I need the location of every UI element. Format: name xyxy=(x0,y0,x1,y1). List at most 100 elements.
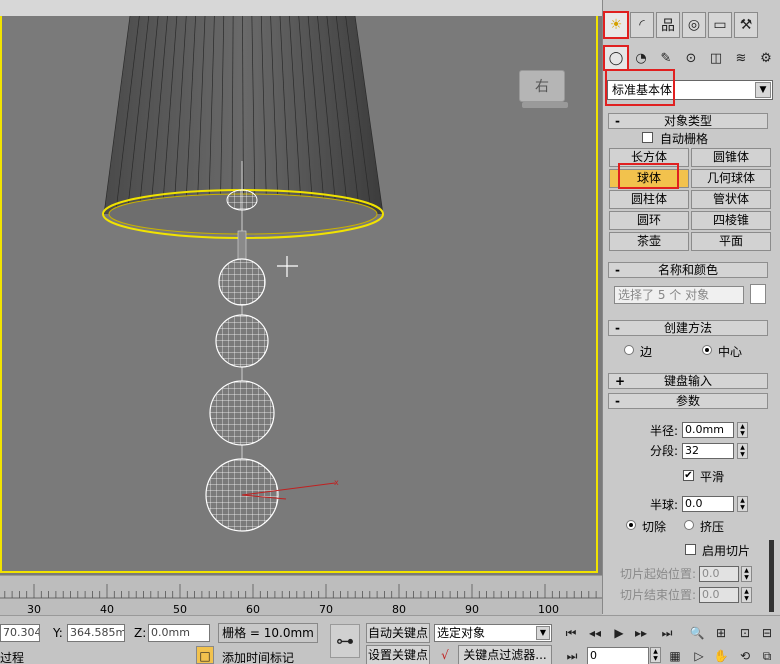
orbit-icon[interactable]: ⟲ xyxy=(736,647,754,664)
smooth-checkbox[interactable]: ✔ xyxy=(683,470,694,481)
create-category-buttons: ◯ ◔ ✎ ⊙ ◫ ≋ ⚙ xyxy=(603,45,780,71)
hemisphere-spinner[interactable]: ▲ ▼ xyxy=(737,496,748,512)
zoom-icon[interactable]: 🔍 xyxy=(688,624,706,642)
time-config-icon[interactable]: ▦ xyxy=(666,647,684,664)
object-color-swatch[interactable] xyxy=(750,284,766,304)
tab-display[interactable]: ▭ xyxy=(708,12,732,38)
pan-icon[interactable]: ✋ xyxy=(712,647,730,664)
radio-center[interactable] xyxy=(702,345,712,355)
slice-from-input[interactable]: 0.0 xyxy=(699,566,739,582)
current-frame-field[interactable]: 0 xyxy=(587,647,649,664)
category-helpers[interactable]: ◫ xyxy=(705,47,727,69)
rollout-parameters[interactable]: - 参数 xyxy=(608,393,768,409)
curve-icon[interactable]: √ xyxy=(436,646,454,664)
primitive-type-dropdown[interactable]: 标准基本体 ▼ xyxy=(607,80,773,100)
object-type-button[interactable]: 几何球体 xyxy=(691,169,771,188)
tab-create[interactable]: ☀ xyxy=(603,11,629,39)
object-type-button[interactable]: 圆柱体 xyxy=(609,190,689,209)
tab-hierarchy[interactable]: 品 xyxy=(656,12,680,38)
viewport-scene[interactable]: x xyxy=(0,16,602,575)
play-icon[interactable]: ▶ xyxy=(610,624,628,642)
object-name-field[interactable]: 选择了 5 个 对象 xyxy=(614,286,744,304)
rollout-object-type[interactable]: - 对象类型 xyxy=(608,113,768,129)
object-type-button[interactable]: 平面 xyxy=(691,232,771,251)
go-to-end-icon[interactable]: ⏭ xyxy=(658,624,676,642)
command-panel-scrollbar[interactable] xyxy=(769,540,774,612)
category-systems[interactable]: ⚙ xyxy=(755,47,777,69)
geometry-sphere-icon: ◯ xyxy=(608,50,624,66)
primitive-type-value: 标准基本体 xyxy=(612,83,673,97)
slice-to-input[interactable]: 0.0 xyxy=(699,587,739,603)
segments-spinner[interactable]: ▲ ▼ xyxy=(737,443,748,459)
slice-from-label: 切片起始位置: xyxy=(620,567,697,581)
tab-motion[interactable]: ◎ xyxy=(682,12,706,38)
helpers-icon: ◫ xyxy=(709,50,723,66)
object-type-button[interactable]: 长方体 xyxy=(609,148,689,167)
object-type-button[interactable]: 圆环 xyxy=(609,211,689,230)
radius-input[interactable]: 0.0mm xyxy=(682,422,734,438)
tab-utilities[interactable]: ⚒ xyxy=(734,12,758,38)
y-coord-field[interactable]: 364.585mm xyxy=(67,624,125,642)
viewcube[interactable]: 右 xyxy=(519,70,565,102)
category-cameras[interactable]: ⊙ xyxy=(680,47,702,69)
time-tag-icon[interactable]: □ xyxy=(196,646,214,664)
sphere-2[interactable] xyxy=(218,258,266,306)
slice-on-checkbox[interactable] xyxy=(685,544,696,555)
x-coord-field[interactable]: 70.304m xyxy=(0,624,40,642)
perspective-viewport[interactable]: x 右 xyxy=(0,0,602,575)
sphere-3[interactable] xyxy=(215,314,269,368)
object-type-button[interactable]: 四棱锥 xyxy=(691,211,771,230)
fov-icon[interactable]: ▷ xyxy=(690,647,708,664)
category-geometry[interactable]: ◯ xyxy=(603,45,629,71)
object-type-button[interactable]: 茶壶 xyxy=(609,232,689,251)
category-lights[interactable]: ✎ xyxy=(655,47,677,69)
sphere-1[interactable] xyxy=(226,189,258,211)
maximize-viewport-icon[interactable]: ⧉ xyxy=(758,647,776,664)
key-icon[interactable]: ⊶ xyxy=(330,624,360,658)
object-type-button[interactable]: 球体 xyxy=(609,169,689,188)
radius-spinner[interactable]: ▲ ▼ xyxy=(737,422,748,438)
rollout-creation-method[interactable]: - 创建方法 xyxy=(608,320,768,336)
category-shapes[interactable]: ◔ xyxy=(630,47,652,69)
key-mode-icon[interactable]: ⏭ xyxy=(563,647,581,664)
crosshair-cursor xyxy=(277,256,298,277)
set-key-button[interactable]: 设置关键点 xyxy=(366,645,430,664)
sphere-4[interactable] xyxy=(209,380,275,446)
zoom-extents-icon[interactable]: ⊡ xyxy=(736,624,754,642)
rollout-keyboard-entry[interactable]: + 键盘输入 xyxy=(608,373,768,389)
segments-input[interactable]: 32 xyxy=(682,443,734,459)
spacewarps-icon: ≋ xyxy=(735,50,747,66)
zoom-extents-all-icon[interactable]: ⊟ xyxy=(758,624,776,642)
z-coord-field[interactable]: 0.0mm xyxy=(148,624,210,642)
auto-grid-checkbox[interactable] xyxy=(642,132,653,143)
next-frame-icon[interactable]: ▸▸ xyxy=(632,624,650,642)
auto-key-button[interactable]: 自动关键点 xyxy=(366,623,430,643)
prev-frame-icon[interactable]: ◂◂ xyxy=(586,624,604,642)
radio-chop[interactable] xyxy=(626,520,636,530)
selection-set-dropdown[interactable]: 选定对象 ▼ xyxy=(434,624,552,642)
chevron-down-icon[interactable]: ▼ xyxy=(755,82,771,98)
add-time-tag[interactable]: 添加时间标记 xyxy=(222,649,294,664)
radio-squash[interactable] xyxy=(684,520,694,530)
hemisphere-input[interactable]: 0.0 xyxy=(682,496,734,512)
grid-size-display: 栅格 = 10.0mm xyxy=(218,623,318,643)
go-to-start-icon[interactable]: ⏮ xyxy=(562,624,580,642)
slice-on-label: 启用切片 xyxy=(702,544,751,558)
object-type-button[interactable]: 管状体 xyxy=(691,190,771,209)
zoom-all-icon[interactable]: ⊞ xyxy=(712,624,730,642)
radio-edge[interactable] xyxy=(624,345,634,355)
key-filters-button[interactable]: 关键点过滤器... xyxy=(458,645,552,664)
viewcube-label: 右 xyxy=(535,79,549,95)
category-spacewarps[interactable]: ≋ xyxy=(730,47,752,69)
slice-to-spinner[interactable]: ▲ ▼ xyxy=(741,587,752,603)
tab-modify[interactable]: ◜ xyxy=(630,12,654,38)
track-bar[interactable]: 30 40 50 60 70 80 90 100 xyxy=(0,575,602,616)
rollout-name-color[interactable]: - 名称和颜色 xyxy=(608,262,768,278)
utilities-hammer-icon: ⚒ xyxy=(739,17,753,33)
chevron-down-icon[interactable]: ▼ xyxy=(536,626,550,640)
frame-spinner[interactable]: ▲ ▼ xyxy=(650,647,661,663)
hemisphere-label: 半球: xyxy=(650,498,679,512)
slice-from-spinner[interactable]: ▲ ▼ xyxy=(741,566,752,582)
rollout-creation-method-title: 创建方法 xyxy=(663,321,712,335)
object-type-button[interactable]: 圆锥体 xyxy=(691,148,771,167)
